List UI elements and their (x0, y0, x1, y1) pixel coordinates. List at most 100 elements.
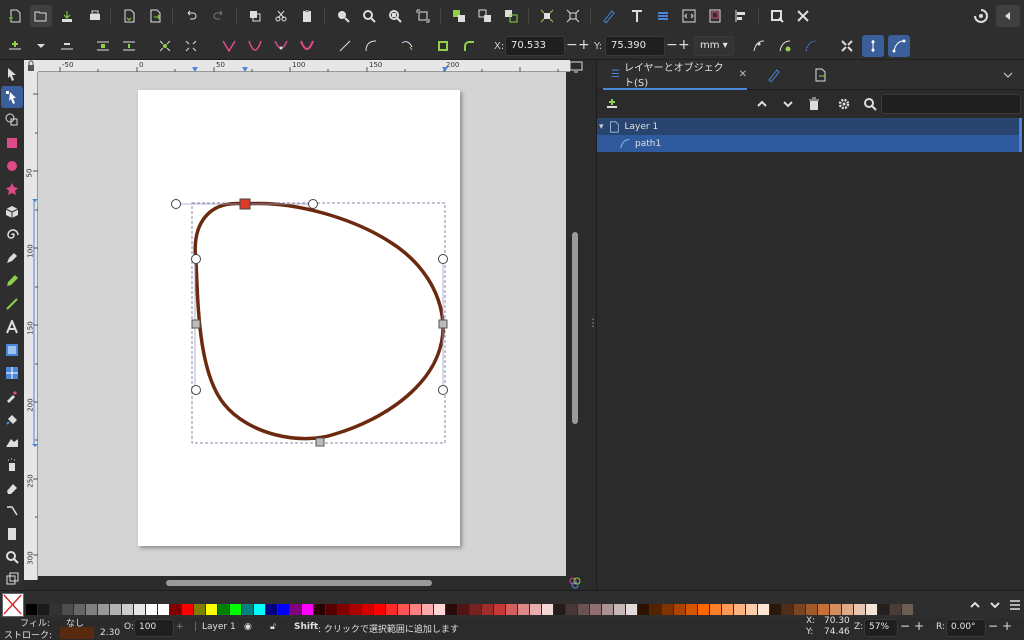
align-distribute-icon[interactable] (730, 5, 752, 27)
dropper-tool-icon[interactable] (1, 385, 23, 407)
opacity-increment-icon[interactable]: + (176, 622, 184, 632)
path-node[interactable] (191, 319, 201, 329)
y-coordinate-input[interactable]: 75.390 (605, 36, 665, 56)
node-handle[interactable] (438, 385, 448, 395)
rectangle-tool-icon[interactable] (1, 132, 23, 154)
color-swatch[interactable] (50, 604, 61, 615)
color-swatch[interactable] (122, 604, 133, 615)
show-bbox-icon[interactable] (836, 35, 858, 57)
x-coordinate-input[interactable]: 70.533 (505, 36, 565, 56)
color-swatch[interactable] (98, 604, 109, 615)
make-cusp-icon[interactable] (218, 35, 240, 57)
color-swatch[interactable] (134, 604, 145, 615)
color-swatch[interactable] (710, 604, 721, 615)
color-swatch[interactable] (26, 604, 37, 615)
color-swatch[interactable] (158, 604, 169, 615)
color-swatch[interactable] (278, 604, 289, 615)
insert-node-icon[interactable] (4, 35, 26, 57)
display-mode-icon[interactable] (566, 60, 586, 74)
color-swatch[interactable] (314, 604, 325, 615)
color-swatch[interactable] (206, 604, 217, 615)
color-swatch[interactable] (338, 604, 349, 615)
lock-icon[interactable]: 🔓︎ (270, 622, 276, 632)
x-decrement-icon[interactable]: − (566, 37, 578, 53)
search-icon[interactable] (859, 93, 881, 115)
join-nodes-icon[interactable] (92, 35, 114, 57)
color-swatch[interactable] (578, 604, 589, 615)
palette-scroll-down-icon[interactable] (986, 594, 1004, 616)
x-increment-icon[interactable]: + (578, 37, 590, 53)
y-increment-icon[interactable]: + (678, 37, 690, 53)
node-handle[interactable] (438, 254, 448, 264)
node-tool-icon[interactable] (1, 86, 23, 108)
color-swatch[interactable] (806, 604, 817, 615)
show-path-outline-icon[interactable] (888, 35, 910, 57)
make-smooth-icon[interactable] (244, 35, 266, 57)
color-swatch[interactable] (386, 604, 397, 615)
color-swatch[interactable] (398, 604, 409, 615)
color-management-icon[interactable] (566, 575, 584, 591)
color-swatch[interactable] (554, 604, 565, 615)
convert-object-to-path-icon[interactable] (396, 35, 418, 57)
current-layer-name[interactable]: Layer 1 (202, 622, 236, 632)
color-swatch[interactable] (302, 604, 313, 615)
selector-tool-icon[interactable] (1, 63, 23, 85)
snap-menu-arrow-icon[interactable] (996, 5, 1020, 27)
cut-icon[interactable] (270, 5, 292, 27)
color-swatch[interactable] (326, 604, 337, 615)
zoom-page-width-icon[interactable] (412, 5, 434, 27)
color-swatch[interactable] (746, 604, 757, 615)
connector-tool-icon[interactable] (1, 500, 23, 522)
insert-node-dropdown-icon[interactable] (30, 35, 52, 57)
color-swatch[interactable] (866, 604, 877, 615)
zoom-selection-icon[interactable] (332, 5, 354, 27)
make-symmetric-icon[interactable] (270, 35, 292, 57)
horizontal-scrollbar[interactable] (166, 580, 432, 586)
color-swatch[interactable] (506, 604, 517, 615)
color-swatch[interactable] (218, 604, 229, 615)
redo-icon[interactable] (208, 5, 230, 27)
path-node[interactable] (438, 319, 448, 329)
tab-fill-stroke[interactable] (767, 60, 791, 90)
zoom-page-icon[interactable] (384, 5, 406, 27)
zoom-drawing-icon[interactable] (358, 5, 380, 27)
color-swatch[interactable] (542, 604, 553, 615)
clone-icon[interactable] (500, 5, 522, 27)
color-swatch[interactable] (494, 604, 505, 615)
tools-settings-icon[interactable] (792, 5, 814, 27)
color-swatch[interactable] (590, 604, 601, 615)
palette-menu-icon[interactable] (1006, 594, 1024, 616)
color-swatch[interactable] (362, 604, 373, 615)
group-icon[interactable] (448, 5, 470, 27)
mesh-tool-icon[interactable] (1, 362, 23, 384)
color-swatch[interactable] (626, 604, 637, 615)
text-tool-icon[interactable] (1, 316, 23, 338)
color-swatch[interactable] (614, 604, 625, 615)
paste-icon[interactable] (296, 5, 318, 27)
color-swatch[interactable] (182, 604, 193, 615)
search-input[interactable] (881, 94, 1021, 114)
tab-export[interactable] (813, 60, 837, 90)
color-swatch[interactable] (194, 604, 205, 615)
stroke-width-value[interactable]: 2.30 (100, 628, 120, 638)
move-up-icon[interactable] (751, 93, 773, 115)
color-swatch[interactable] (446, 604, 457, 615)
color-swatch[interactable] (698, 604, 709, 615)
color-swatch[interactable] (902, 604, 913, 615)
unit-select[interactable]: mm ▾ (694, 36, 734, 56)
color-swatch[interactable] (530, 604, 541, 615)
color-swatch[interactable] (842, 604, 853, 615)
spray-tool-icon[interactable] (1, 454, 23, 476)
print-icon[interactable] (84, 5, 106, 27)
fill-stroke-icon[interactable] (598, 5, 620, 27)
no-paint-swatch[interactable] (2, 593, 24, 617)
make-line-segment-icon[interactable] (334, 35, 356, 57)
color-swatch[interactable] (830, 604, 841, 615)
paint-bucket-icon[interactable] (1, 408, 23, 430)
move-down-icon[interactable] (777, 93, 799, 115)
xml-editor-icon[interactable] (678, 5, 700, 27)
open-file-icon[interactable] (30, 5, 52, 27)
path1-shape[interactable] (193, 201, 445, 441)
pen-tool-icon[interactable] (1, 247, 23, 269)
color-swatch[interactable] (470, 604, 481, 615)
